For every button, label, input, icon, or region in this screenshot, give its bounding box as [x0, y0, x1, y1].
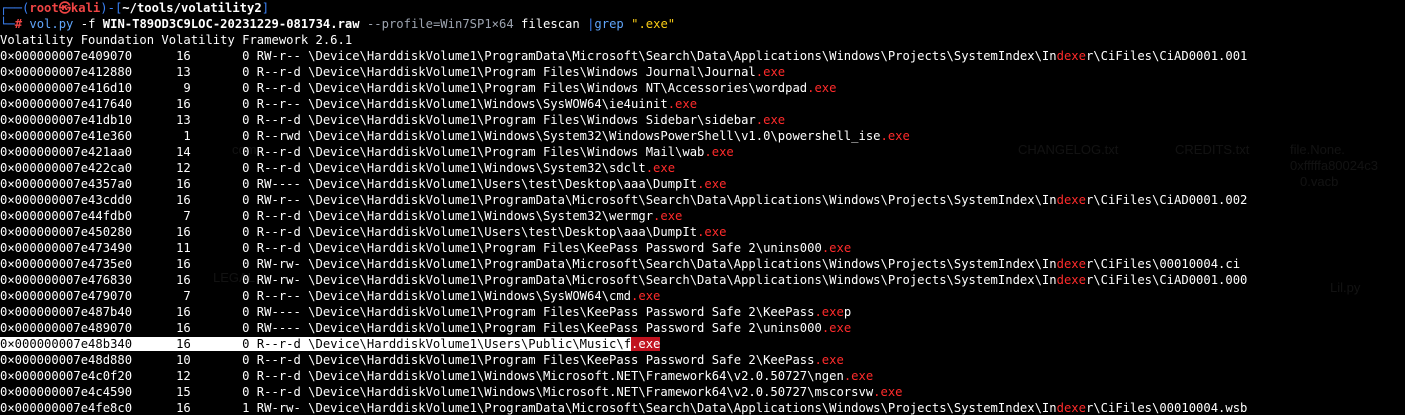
match-highlight: .exe	[697, 177, 727, 191]
match-highlight: dexe	[1056, 193, 1086, 207]
row-text: 0×000000007e44fdb0 7 0 R--r-d \Device\Ha…	[0, 209, 654, 223]
match-highlight: dexe	[1056, 49, 1086, 63]
table-row[interactable]: 0×000000007e422ca0 12 0 R--r-d \Device\H…	[0, 160, 1405, 176]
match-highlight: dexe	[1056, 401, 1086, 415]
match-highlight: .exe	[645, 161, 676, 175]
match-highlight: .exe	[843, 369, 874, 383]
volatility-banner: Volatility Foundation Volatility Framewo…	[0, 33, 353, 47]
row-text-tail: r\CiFiles\00010004.ci	[1085, 257, 1241, 271]
row-text: 0×000000007e476830 16 0 RW-rw- \Device\H…	[0, 273, 1057, 287]
table-row[interactable]: 0×000000007e409070 16 0 RW-r-- \Device\H…	[0, 48, 1405, 64]
prompt-header: ┌──(root㉿kali)-[~/tools/volatility2]	[0, 1, 270, 15]
table-row[interactable]: 0×000000007e489070 16 0 RW---- \Device\H…	[0, 320, 1405, 336]
match-highlight: .exe	[697, 225, 727, 239]
table-row[interactable]: 0×000000007e416d10 9 0 R--r-d \Device\Ha…	[0, 80, 1405, 96]
match-highlight: .exe	[704, 145, 734, 159]
plugin-arg: filescan	[521, 17, 580, 31]
filescan-output[interactable]: 0×000000007e409070 16 0 RW-r-- \Device\H…	[0, 48, 1405, 415]
row-text-tail: r\CiFiles\CiAD0001.000	[1085, 273, 1248, 287]
row-text: 0×000000007e421aa0 14 0 R--r-d \Device\H…	[0, 145, 705, 159]
table-row[interactable]: 0×000000007e43cdd0 16 0 RW-r-- \Device\H…	[0, 192, 1405, 208]
table-row[interactable]: 0×000000007e44fdb0 7 0 R--r-d \Device\Ha…	[0, 208, 1405, 224]
match-highlight: .exe	[814, 305, 844, 319]
profile-option: --profile=Win7SP1×64	[366, 17, 514, 31]
grep-command: grep	[594, 17, 624, 31]
row-text: 0×000000007e4735e0 16 0 RW-rw- \Device\H…	[0, 257, 1057, 271]
selected-text: ×000000007e48b340 16 0 R--r-d \Device\Ha…	[7, 337, 632, 351]
row-text: 0×000000007e473490 11 0 R--r-d \Device\H…	[0, 241, 822, 255]
match-highlight: dexe	[1056, 273, 1086, 287]
prompt-host: kali	[70, 1, 101, 15]
match-highlight: .exe	[821, 321, 852, 335]
row-text-tail: r\CiFiles\CiAD0001.002	[1085, 193, 1248, 207]
row-text: 0×000000007e41e360 1 0 R--rwd \Device\Ha…	[0, 129, 881, 143]
table-row[interactable]: 0×000000007e48d880 10 0 R--r-d \Device\H…	[0, 352, 1405, 368]
match-highlight: .exe	[667, 97, 698, 111]
row-text: 0×000000007e479070 7 0 R--r-- \Device\Ha…	[0, 289, 632, 303]
table-row[interactable]: 0×000000007e41e360 1 0 R--rwd \Device\Ha…	[0, 128, 1405, 144]
table-row[interactable]: 0×000000007e4c4590 15 0 R--r-d \Device\H…	[0, 384, 1405, 400]
file-flag: -f	[80, 17, 96, 31]
row-text: 0×000000007e41db10 13 0 R--r-d \Device\H…	[0, 113, 756, 127]
prompt-user: root	[29, 1, 59, 15]
row-text: 0×000000007e417640 16 0 R--r-- \Device\H…	[0, 97, 668, 111]
row-text-tail: r\CiFiles\00010004.wsb	[1085, 401, 1248, 415]
row-text: 0×000000007e489070 16 0 RW---- \Device\H…	[0, 321, 822, 335]
terminal-window[interactable]: CHANGELOG.txt CREDITS.txt file.None. 0xffff…	[0, 0, 1405, 415]
table-row[interactable]: 0×000000007e4fe8c0 16 1 RW-rw- \Device\H…	[0, 400, 1405, 415]
match-highlight: .exe	[631, 337, 661, 351]
match-highlight: .exe	[821, 241, 852, 255]
match-highlight: .exe	[807, 81, 837, 95]
match-highlight: .exe	[631, 289, 661, 303]
table-row[interactable]: 0×000000007e412880 13 0 R--r-d \Device\H…	[0, 64, 1405, 80]
row-text: 0×000000007e4c4590 15 0 R--r-d \Device\H…	[0, 385, 874, 399]
table-row[interactable]: 0×000000007e417640 16 0 R--r-- \Device\H…	[0, 96, 1405, 112]
table-row[interactable]: 0×000000007e4357a0 16 0 RW---- \Device\H…	[0, 176, 1405, 192]
match-highlight: dexe	[1056, 257, 1086, 271]
table-row[interactable]: 0×000000007e476830 16 0 RW-rw- \Device\H…	[0, 272, 1405, 288]
table-row[interactable]: 0×000000007e450280 16 0 R--r-d \Device\H…	[0, 224, 1405, 240]
match-highlight: .exe	[814, 353, 844, 367]
row-text-tail: p	[843, 305, 852, 319]
row-text: 0×000000007e416d10 9 0 R--r-d \Device\Ha…	[0, 81, 808, 95]
row-text: 0×000000007e48d880 10 0 R--r-d \Device\H…	[0, 353, 815, 367]
row-text: 0×000000007e409070 16 0 RW-r-- \Device\H…	[0, 49, 1057, 63]
kali-logo-icon: ㉿	[58, 1, 71, 15]
prompt-cwd: ~/tools/volatility2	[122, 1, 262, 15]
table-row-selected[interactable]: 0×000000007e48b340 16 0 R--r-d \Device\H…	[0, 336, 1405, 352]
prompt-symbol: #	[14, 17, 23, 31]
match-highlight: .exe	[755, 113, 786, 127]
row-text: 0×000000007e4c0f20 12 0 R--r-d \Device\H…	[0, 369, 844, 383]
row-text: 0×000000007e4357a0 16 0 RW---- \Device\H…	[0, 177, 698, 191]
table-row[interactable]: 0×000000007e421aa0 14 0 R--r-d \Device\H…	[0, 144, 1405, 160]
row-text: 0×000000007e412880 13 0 R--r-d \Device\H…	[0, 65, 756, 79]
row-text-tail: r\CiFiles\CiAD0001.001	[1085, 49, 1248, 63]
match-highlight: .exe	[873, 385, 903, 399]
table-row[interactable]: 0×000000007e487b40 16 0 RW---- \Device\H…	[0, 304, 1405, 320]
image-file-arg: WIN-T89OD3C9LOC-20231229-081734.raw	[102, 17, 360, 31]
row-text: 0×000000007e422ca0 12 0 R--r-d \Device\H…	[0, 161, 646, 175]
row-text: 0×000000007e4fe8c0 16 1 RW-rw- \Device\H…	[0, 401, 1057, 415]
match-highlight: .exe	[653, 209, 683, 223]
table-row[interactable]: 0×000000007e473490 11 0 R--r-d \Device\H…	[0, 240, 1405, 256]
row-text: 0×000000007e450280 16 0 R--r-d \Device\H…	[0, 225, 698, 239]
grep-pattern: ".exe"	[631, 17, 676, 31]
match-highlight: .exe	[880, 129, 910, 143]
table-row[interactable]: 0×000000007e4c0f20 12 0 R--r-d \Device\H…	[0, 368, 1405, 384]
row-text: 0×000000007e43cdd0 16 0 RW-r-- \Device\H…	[0, 193, 1057, 207]
command-name: vol.py	[29, 17, 74, 31]
row-text: 0×000000007e487b40 16 0 RW---- \Device\H…	[0, 305, 815, 319]
table-row[interactable]: 0×000000007e41db10 13 0 R--r-d \Device\H…	[0, 112, 1405, 128]
table-row[interactable]: 0×000000007e479070 7 0 R--r-- \Device\Ha…	[0, 288, 1405, 304]
match-highlight: .exe	[755, 65, 786, 79]
table-row[interactable]: 0×000000007e4735e0 16 0 RW-rw- \Device\H…	[0, 256, 1405, 272]
command-line[interactable]: └─# vol.py -f WIN-T89OD3C9LOC-20231229-0…	[0, 16, 1405, 32]
